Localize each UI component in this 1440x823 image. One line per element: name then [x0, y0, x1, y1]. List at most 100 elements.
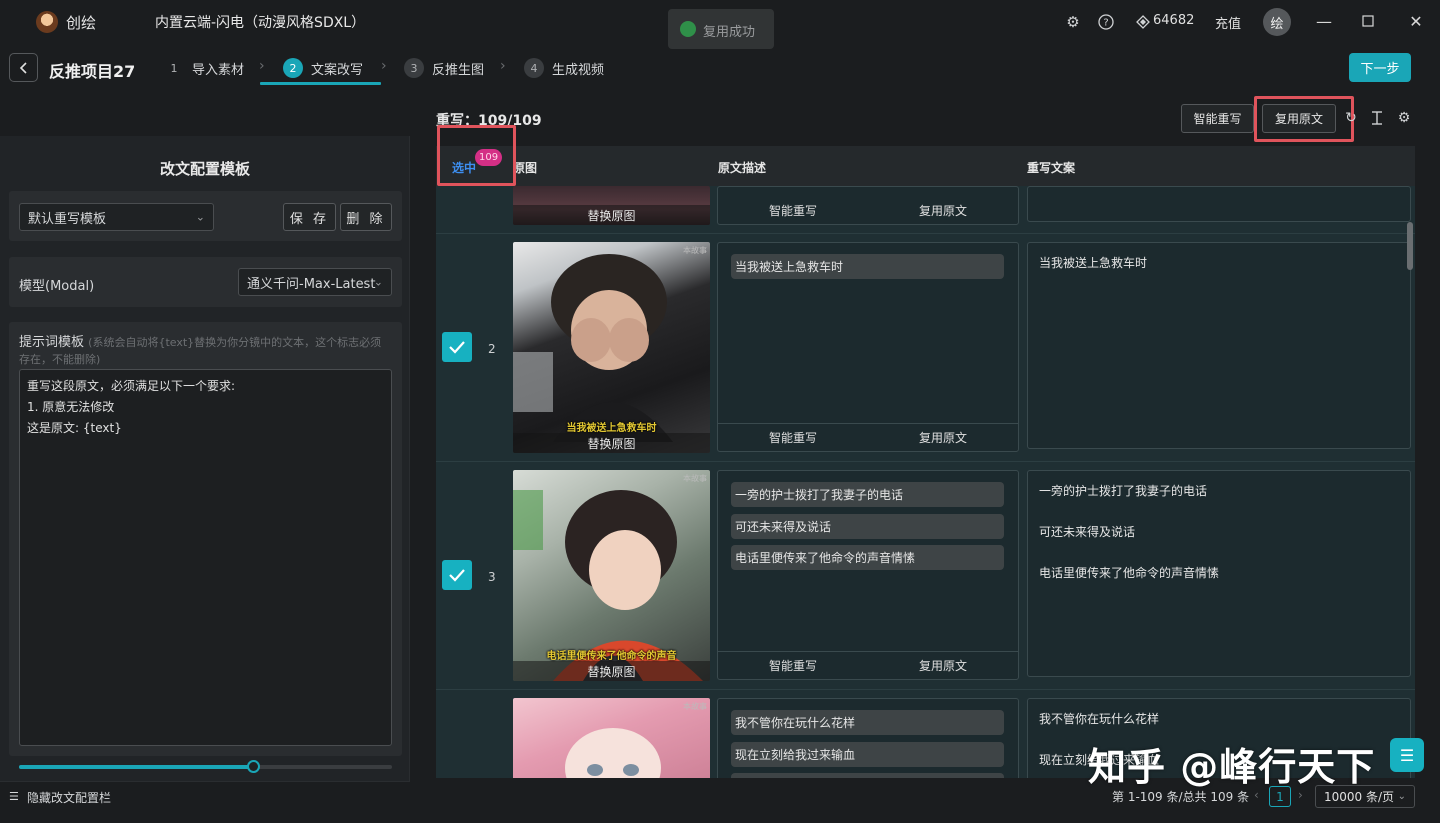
refresh-icon[interactable]: ↻	[1342, 109, 1360, 127]
rewrite-cell[interactable]: 一旁的护士拨打了我妻子的电话 可还未来得及说话 电话里便传来了他命令的声音情愫	[1027, 470, 1411, 677]
window-title: 内置云端-闪电（动漫风格SDXL）	[155, 15, 366, 31]
image-watermark: 本故事	[683, 702, 707, 711]
step-import[interactable]: 1 导入素材	[164, 58, 245, 78]
original-image: 替换原图	[513, 186, 710, 225]
desc-cell: 当我被送上急救车时 智能重写 复用原文	[717, 242, 1019, 452]
step-label: 反推生图	[432, 62, 485, 78]
reuse-original-link[interactable]: 复用原文	[919, 202, 967, 219]
chevron-down-icon: ⌄	[373, 275, 383, 289]
prompt-line: 这是原文: {text}	[27, 421, 122, 435]
step-generate-video[interactable]: 4 生成视频	[524, 58, 604, 78]
chevron-right-icon: ›	[259, 58, 265, 74]
reuse-original-link[interactable]: 复用原文	[919, 657, 967, 674]
reuse-original-button[interactable]: 复用原文	[1262, 104, 1336, 133]
original-image: 本故事 当我被送上急救车时 替换原图	[513, 242, 710, 453]
step-number: 4	[524, 58, 544, 78]
model-select[interactable]: 通义千问-Max-Latest ⌄	[238, 268, 392, 296]
desc-segment[interactable]: 当我被送上急救车时	[731, 254, 1004, 279]
divider	[0, 781, 410, 782]
prompt-line: 1. 原意无法修改	[27, 400, 115, 414]
resize-slider-handle[interactable]	[247, 760, 260, 773]
toast-text: 复用成功	[703, 25, 756, 40]
zhihu-watermark: 知乎 @峰行天下	[1088, 745, 1376, 789]
template-select-value: 默认重写模板	[28, 211, 107, 227]
smart-rewrite-link[interactable]: 智能重写	[769, 202, 817, 219]
desc-segment[interactable]: 一旁的护士拨打了我妻子的电话	[731, 482, 1004, 507]
step-number: 3	[404, 58, 424, 78]
credits-icon	[1134, 13, 1152, 31]
back-button[interactable]	[9, 53, 38, 82]
desc-segment[interactable]: 我不管你在玩什么花样	[731, 710, 1004, 735]
row-checkbox[interactable]	[442, 560, 472, 590]
rewrite-cell[interactable]: 当我被送上急救车时	[1027, 242, 1411, 449]
desc-segment[interactable]: 现在立刻给我过来输血	[731, 742, 1004, 767]
desc-segment[interactable]	[731, 773, 1004, 778]
desc-cell: 一旁的护士拨打了我妻子的电话 可还未来得及说话 电话里便传来了他命令的声音情愫 …	[717, 470, 1019, 680]
desc-actions: 智能重写 复用原文	[718, 423, 1018, 451]
config-panel-title: 改文配置模板	[159, 160, 250, 178]
replace-image-button[interactable]: 替换原图	[513, 205, 710, 225]
desc-actions: 智能重写 复用原文	[718, 196, 1018, 224]
maximize-icon[interactable]	[1356, 10, 1380, 32]
table-row: 替换原图 智能重写 复用原文	[436, 186, 1415, 234]
desc-actions: 智能重写 复用原文	[718, 651, 1018, 679]
close-icon[interactable]: ✕	[1404, 10, 1428, 32]
hide-config-toggle[interactable]: 隐藏改文配置栏	[27, 789, 111, 806]
rewrite-line: 电话里便传来了他命令的声音情愫	[1039, 566, 1220, 580]
template-select[interactable]: 默认重写模板 ⌄	[19, 203, 214, 231]
list-menu-icon[interactable]: ☰	[1390, 738, 1424, 772]
column-rewrite: 重写文案	[1027, 161, 1076, 175]
help-icon[interactable]: ?	[1097, 13, 1115, 31]
model-select-value: 通义千问-Max-Latest	[247, 276, 376, 292]
step-reverse-image[interactable]: 3 反推生图	[404, 58, 484, 78]
replace-image-button[interactable]: 替换原图	[513, 433, 710, 453]
prompt-label-text: 提示词模板	[19, 335, 85, 350]
rewrite-line: 可还未来得及说话	[1039, 525, 1136, 539]
rewrite-line: 我不管你在玩什么花样	[1039, 712, 1160, 726]
chevron-down-icon: ⌄	[1397, 791, 1406, 802]
menu-icon: ☰	[9, 790, 19, 803]
settings-gear-icon[interactable]: ⚙	[1064, 13, 1082, 31]
avatar[interactable]: 绘	[1263, 8, 1291, 36]
project-title: 反推项目27	[49, 62, 136, 81]
image-watermark: 本故事	[683, 246, 707, 255]
column-original-desc: 原文描述	[718, 161, 767, 175]
image-watermark: 本故事	[683, 474, 707, 483]
app-logo-icon	[36, 11, 58, 33]
minimize-icon[interactable]: —	[1312, 10, 1336, 32]
smart-rewrite-link[interactable]: 智能重写	[769, 657, 817, 674]
row-checkbox[interactable]	[442, 332, 472, 362]
table-scrollbar[interactable]	[1407, 222, 1413, 270]
smart-rewrite-button[interactable]: 智能重写	[1181, 104, 1254, 133]
desc-cell: 智能重写 复用原文	[717, 186, 1019, 225]
row-number: 2	[488, 342, 496, 356]
replace-image-button[interactable]: 替换原图	[513, 661, 710, 681]
save-button[interactable]: 保 存	[283, 203, 336, 231]
smart-rewrite-link[interactable]: 智能重写	[769, 429, 817, 446]
active-step-indicator	[260, 82, 381, 85]
delete-button[interactable]: 删 除	[340, 203, 392, 231]
chevron-right-icon: ›	[381, 58, 387, 74]
step-label: 导入素材	[192, 62, 245, 78]
prompt-line: 重写这段原文，必须满足以下一个要求:	[27, 379, 236, 393]
rewrite-line: 当我被送上急救车时	[1039, 256, 1148, 270]
model-label: 模型(Modal)	[19, 279, 95, 294]
desc-segment[interactable]: 可还未来得及说话	[731, 514, 1004, 539]
settings-gear-icon[interactable]: ⚙	[1395, 109, 1413, 127]
table-body: 替换原图 智能重写 复用原文 2 本故事 当我被送上急救车时 替换原图 当我被送…	[436, 186, 1415, 778]
prompt-template-textarea[interactable]: 重写这段原文，必须满足以下一个要求: 1. 原意无法修改 这是原文: {text…	[19, 369, 392, 746]
text-format-icon[interactable]	[1368, 109, 1386, 127]
rewrite-cell[interactable]	[1027, 186, 1411, 222]
reuse-original-link[interactable]: 复用原文	[919, 429, 967, 446]
table-row: 2 本故事 当我被送上急救车时 替换原图 当我被送上急救车时 智能重写 复用原文…	[436, 234, 1415, 462]
next-step-button[interactable]: 下一步	[1349, 53, 1411, 82]
row-number: 3	[488, 570, 496, 584]
step-rewrite[interactable]: 2 文案改写	[283, 58, 363, 78]
rewrite-line: 一旁的护士拨打了我妻子的电话	[1039, 484, 1208, 498]
recharge-link[interactable]: 充值	[1215, 13, 1241, 32]
desc-segment[interactable]: 电话里便传来了他命令的声音情愫	[731, 545, 1004, 570]
svg-text:?: ?	[1103, 18, 1108, 29]
image-caption: 当我被送上急救车时	[566, 423, 657, 434]
chevron-down-icon: ⌄	[195, 210, 205, 224]
step-label: 生成视频	[552, 62, 605, 78]
